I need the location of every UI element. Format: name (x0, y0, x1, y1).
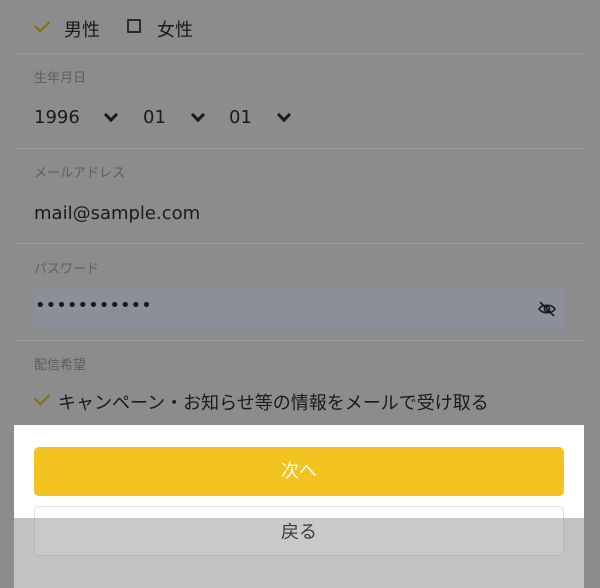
eye-off-icon[interactable] (537, 299, 557, 319)
password-label: パスワード (34, 262, 100, 277)
divider (14, 53, 584, 54)
chevron-down-icon[interactable] (190, 107, 206, 123)
back-button[interactable]: 戻る (34, 518, 564, 556)
gender-male-label[interactable]: 男性 (64, 16, 100, 42)
birth-day-select[interactable]: 01 (229, 107, 252, 128)
male-check-icon[interactable] (33, 16, 51, 33)
delivery-check-icon[interactable] (33, 389, 51, 406)
birthdate-label: 生年月日 (34, 71, 87, 86)
password-field[interactable]: ••••••••••• (33, 289, 565, 329)
divider (14, 340, 584, 341)
next-button[interactable]: 次へ (34, 447, 564, 496)
chevron-down-icon[interactable] (103, 107, 119, 123)
birth-month-select[interactable]: 01 (143, 107, 166, 128)
password-value: ••••••••••• (35, 295, 152, 316)
chevron-down-icon[interactable] (276, 107, 292, 123)
registration-form: 男性 女性 生年月日 1996 01 01 メールアドレス mail@sampl… (0, 0, 600, 588)
delivery-option-label[interactable]: キャンペーン・お知らせ等の情報をメールで受け取る (58, 389, 489, 415)
email-label: メールアドレス (34, 166, 126, 181)
back-button-top (34, 506, 564, 518)
female-checkbox[interactable] (127, 19, 141, 33)
gender-female-label[interactable]: 女性 (157, 16, 193, 42)
delivery-label: 配信希望 (34, 358, 87, 373)
divider (14, 148, 584, 149)
email-field[interactable]: mail@sample.com (34, 203, 200, 224)
divider (14, 243, 584, 244)
birth-year-select[interactable]: 1996 (34, 107, 80, 128)
